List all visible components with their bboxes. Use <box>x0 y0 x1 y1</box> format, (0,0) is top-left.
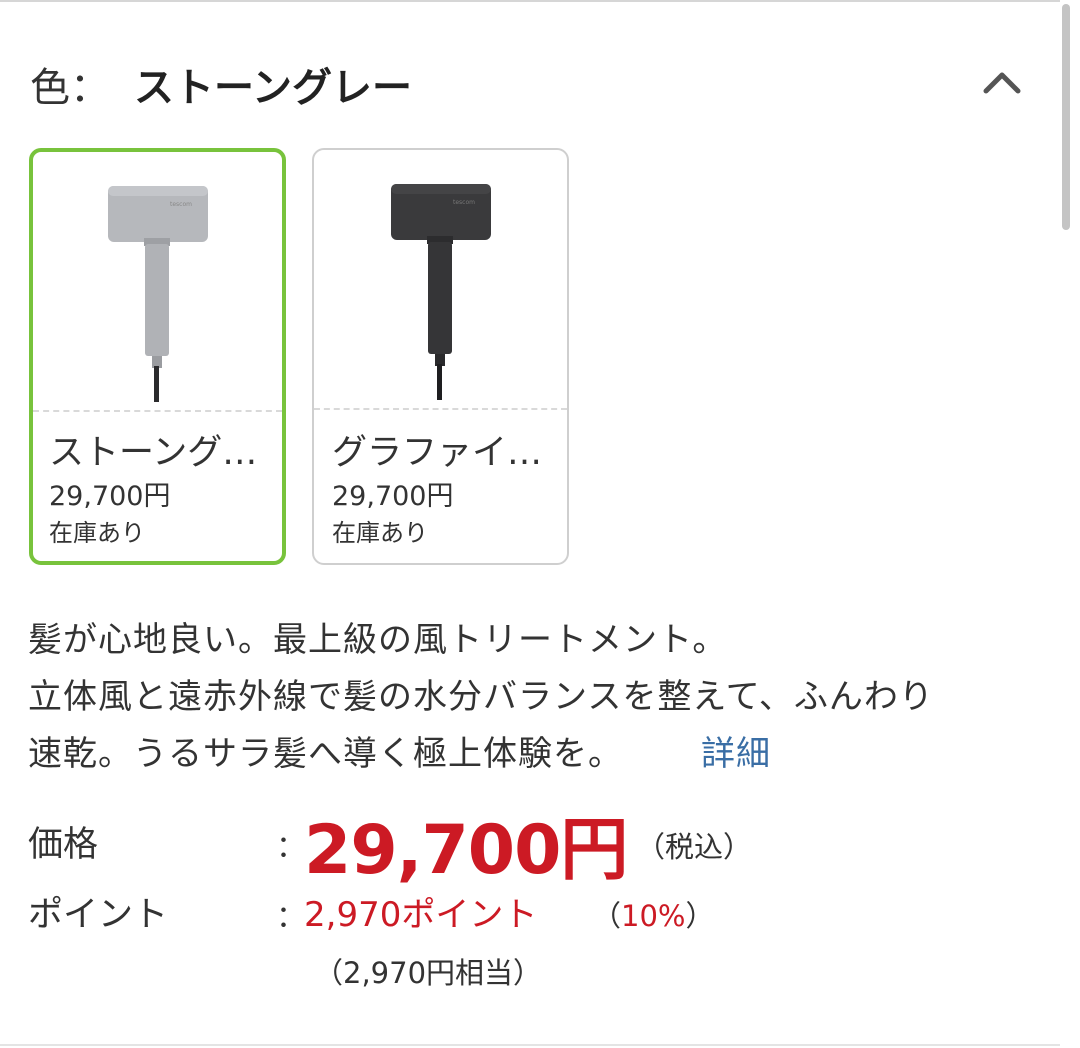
scrollbar[interactable] <box>1060 0 1080 1048</box>
swatch-price: 29,700円 <box>332 481 454 512</box>
swatch-divider <box>314 408 567 410</box>
description-line-1: 髪が心地良い。最上級の風トリートメント。 <box>28 620 728 660</box>
hair-dryer-black-icon: tescom <box>390 184 491 400</box>
product-color-panel: 色： ストーングレー tescom ストーング… 29,700円 在庫あり te… <box>0 0 1080 1048</box>
color-swatch-stone-gray[interactable]: tescom ストーング… 29,700円 在庫あり <box>29 148 286 565</box>
points-value: 2,970ポイント <box>304 895 538 935</box>
product-image: tescom <box>33 152 282 410</box>
swatch-name: グラファイ… <box>332 433 543 473</box>
top-divider <box>0 0 1060 2</box>
description-line-3: 速乾。うるサラ髪へ導く極上体験を。 詳細 <box>28 726 1038 783</box>
points-equivalent: （2,970円相当） <box>314 956 543 990</box>
points-percent-close: ） <box>685 899 715 933</box>
bottom-divider <box>0 1044 1060 1046</box>
points-label: ポイント <box>28 895 169 935</box>
color-swatch-graphite[interactable]: tescom グラファイ… 29,700円 在庫あり <box>312 148 569 565</box>
detail-link[interactable]: 詳細 <box>701 734 771 774</box>
points-colon: ： <box>276 900 306 935</box>
swatch-divider <box>33 410 282 412</box>
swatch-name: ストーング… <box>49 433 258 473</box>
product-description: 髪が心地良い。最上級の風トリートメント。 立体風と遠赤外線で髪の水分バランスを整… <box>28 612 1038 783</box>
svg-text:tescom: tescom <box>170 201 192 208</box>
color-label: 色： <box>30 65 110 111</box>
description-line-2: 立体風と遠赤外線で髪の水分バランスを整えて、ふんわり <box>28 677 934 717</box>
swatch-price: 29,700円 <box>49 481 171 512</box>
swatch-stock: 在庫あり <box>332 519 428 547</box>
points-percent: （10%） <box>592 893 715 935</box>
hair-dryer-gray-icon: tescom <box>107 186 208 402</box>
price-value: 29,700円 <box>304 811 628 890</box>
chevron-up-icon <box>983 72 1021 94</box>
description-line-3-text: 速乾。うるサラ髪へ導く極上体験を。 <box>28 734 623 774</box>
price-colon: ： <box>276 830 306 865</box>
tax-note: （税込） <box>636 830 753 864</box>
points-percent-open: （ <box>592 899 622 933</box>
product-image: tescom <box>314 150 567 408</box>
swatch-stock: 在庫あり <box>49 519 145 547</box>
svg-text:tescom: tescom <box>453 199 475 206</box>
price-label: 価格 <box>28 825 99 865</box>
selected-color-name: ストーングレー <box>134 65 412 111</box>
collapse-button[interactable] <box>978 60 1026 104</box>
color-header: 色： ストーングレー <box>30 54 412 114</box>
scrollbar-thumb[interactable] <box>1062 4 1070 230</box>
points-percent-value: 10% <box>621 899 686 933</box>
